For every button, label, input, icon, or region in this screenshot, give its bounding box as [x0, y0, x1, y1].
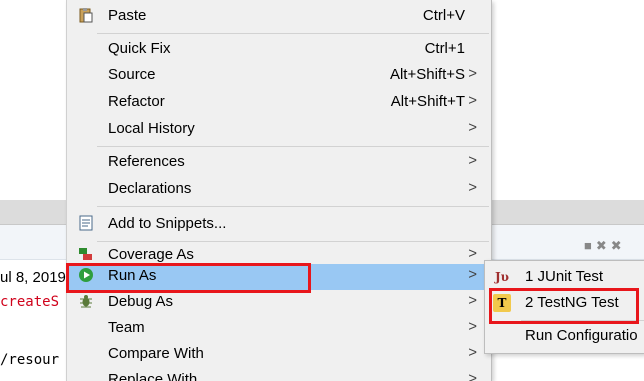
view-toolbar: ■ ✖ ✖ — [584, 238, 622, 254]
menu-item-label: References — [108, 153, 185, 170]
chevron-right-icon: > — [468, 344, 477, 361]
submenu-item-label: Run Configuratio — [525, 327, 638, 344]
menu-item-declarations[interactable]: Declarations > — [67, 177, 491, 203]
menu-item-label: Compare With — [108, 345, 204, 362]
context-menu: Paste Ctrl+V Quick Fix Ctrl+1 Source Alt… — [66, 0, 492, 381]
menu-item-label: Paste — [108, 7, 147, 24]
menu-item-label: Refactor — [108, 93, 165, 110]
run-icon — [77, 267, 95, 285]
menu-item-refactor[interactable]: Refactor Alt+Shift+T > — [67, 90, 491, 116]
menu-item-shortcut: Alt+Shift+T — [390, 93, 465, 110]
chevron-right-icon: > — [468, 152, 477, 169]
chevron-right-icon: > — [468, 92, 477, 109]
menu-item-replace-with[interactable]: Replace With > — [67, 368, 491, 381]
chevron-right-icon: > — [468, 318, 477, 335]
menu-item-label: Run As — [108, 267, 157, 284]
chevron-right-icon: > — [468, 370, 477, 381]
menu-item-label: Coverage As — [108, 246, 194, 263]
run-as-submenu: Jυ 1 JUnit Test T 2 TestNG Test Run Conf… — [484, 260, 644, 354]
submenu-item-testng-test[interactable]: T 2 TestNG Test — [485, 291, 644, 317]
menu-item-compare-with[interactable]: Compare With > — [67, 342, 491, 368]
menu-separator — [97, 146, 489, 147]
submenu-item-run-configurations[interactable]: Run Configuratio — [485, 324, 644, 350]
menu-item-debug-as[interactable]: Debug As > — [67, 290, 491, 316]
submenu-item-junit-test[interactable]: Jυ 1 JUnit Test — [485, 265, 644, 291]
snippet-icon — [77, 215, 95, 233]
menu-separator — [97, 241, 489, 242]
remove-icon[interactable]: ✖ — [611, 238, 622, 254]
junit-icon: Jυ — [494, 270, 509, 284]
menu-item-team[interactable]: Team > — [67, 316, 491, 342]
menu-separator — [97, 33, 489, 34]
submenu-item-label: 1 JUnit Test — [525, 268, 604, 285]
menu-item-label: Replace With — [108, 371, 198, 381]
console-path-text: /resour — [0, 352, 60, 368]
console-date-text: ul 8, 2019 — [0, 269, 66, 286]
chevron-right-icon: > — [468, 119, 477, 136]
chevron-right-icon: > — [468, 245, 477, 262]
chevron-right-icon: > — [468, 266, 477, 283]
menu-separator — [521, 320, 644, 321]
menu-item-label: Source — [108, 66, 156, 83]
menu-item-quick-fix[interactable]: Quick Fix Ctrl+1 — [67, 37, 491, 63]
chevron-right-icon: > — [468, 292, 477, 309]
menu-item-source[interactable]: Source Alt+Shift+S > — [67, 63, 491, 89]
coverage-icon — [77, 246, 95, 264]
menu-item-label: Quick Fix — [108, 40, 171, 57]
menu-item-label: Team — [108, 319, 145, 336]
menu-item-label: Add to Snippets... — [108, 215, 227, 232]
minimize-icon[interactable]: ■ — [584, 238, 592, 254]
menu-item-label: Debug As — [108, 293, 174, 310]
menu-item-paste[interactable]: Paste Ctrl+V — [67, 4, 491, 30]
menu-separator — [97, 206, 489, 207]
close-all-icon[interactable]: ✖ — [596, 238, 607, 254]
menu-item-run-as[interactable]: Run As > — [67, 264, 491, 290]
menu-item-shortcut: Alt+Shift+S — [389, 66, 465, 83]
testng-icon: T — [493, 294, 511, 312]
menu-item-shortcut: Ctrl+1 — [424, 40, 465, 57]
chevron-right-icon: > — [468, 65, 477, 82]
menu-item-local-history[interactable]: Local History > — [67, 117, 491, 143]
menu-item-references[interactable]: References > — [67, 150, 491, 176]
chevron-right-icon: > — [468, 179, 477, 196]
menu-item-label: Declarations — [108, 180, 192, 197]
debug-icon — [77, 293, 95, 311]
clipboard-icon — [77, 7, 95, 25]
menu-item-label: Local History — [108, 120, 195, 137]
submenu-item-label: 2 TestNG Test — [525, 294, 619, 311]
menu-item-add-to-snippets[interactable]: Add to Snippets... — [67, 212, 491, 238]
menu-item-shortcut: Ctrl+V — [422, 7, 465, 24]
console-code-text: createS — [0, 294, 60, 310]
